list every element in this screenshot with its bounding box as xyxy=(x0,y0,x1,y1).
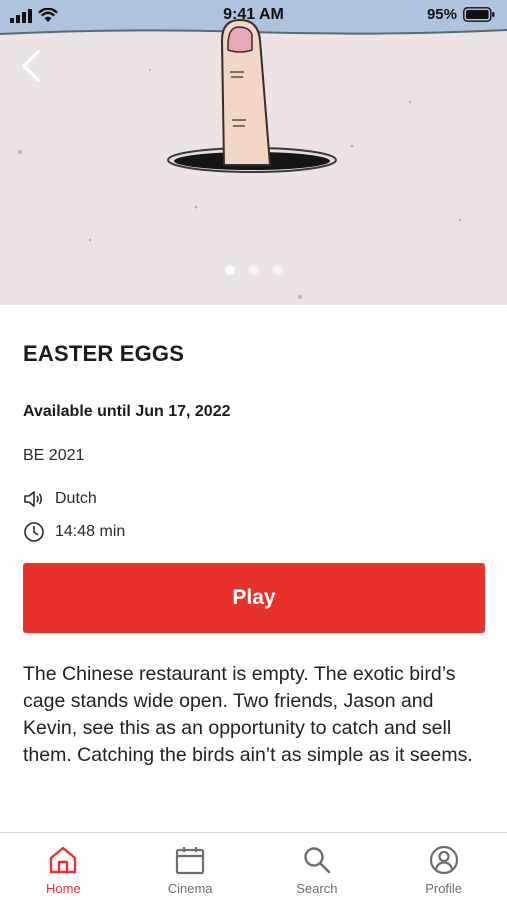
home-icon xyxy=(50,846,77,874)
hero-artwork xyxy=(0,0,507,305)
battery-percentage: 95% xyxy=(426,6,457,23)
tab-label: Cinema xyxy=(167,881,213,896)
status-bar: 9:41 AM 95% xyxy=(0,0,507,32)
calendar-icon xyxy=(176,847,205,875)
profile-icon xyxy=(429,845,458,875)
battery-status: 95% xyxy=(427,6,495,23)
page-title: EASTER EGGS xyxy=(23,341,185,366)
back-button[interactable] xyxy=(14,46,50,86)
chevron-left-icon xyxy=(22,50,40,82)
tab-label: Profile xyxy=(425,881,463,896)
bottom-tab-bar: Home Cinema Search Profile xyxy=(0,832,507,900)
tab-home[interactable]: Home xyxy=(0,833,127,900)
description-text: The Chinese restaurant is empty. The exo… xyxy=(23,663,473,766)
search-icon xyxy=(304,847,331,874)
language-row: Dutch xyxy=(23,489,97,509)
tab-profile[interactable]: Profile xyxy=(380,833,507,900)
carousel-pagination xyxy=(0,265,507,275)
pagination-dot[interactable] xyxy=(224,265,235,275)
language-label: Dutch xyxy=(55,490,97,507)
tab-cinema[interactable]: Cinema xyxy=(127,833,254,900)
play-button[interactable]: Play xyxy=(23,563,485,633)
tab-label: Home xyxy=(46,881,81,896)
tab-search[interactable]: Search xyxy=(254,833,381,900)
availability-text: Available until Jun 17, 2022 xyxy=(23,403,231,420)
origin-year: BE 2021 xyxy=(23,447,85,464)
pagination-dot[interactable] xyxy=(248,265,259,275)
clock-icon xyxy=(24,522,44,542)
tab-label: Search xyxy=(296,881,338,896)
speaker-icon xyxy=(24,491,43,507)
battery-icon xyxy=(463,7,495,22)
hero-image-carousel[interactable]: 9:41 AM 95% xyxy=(0,0,507,305)
duration-label: 14:48 min xyxy=(55,523,126,540)
pagination-dot[interactable] xyxy=(272,265,283,275)
duration-row: 14:48 min xyxy=(23,521,125,543)
